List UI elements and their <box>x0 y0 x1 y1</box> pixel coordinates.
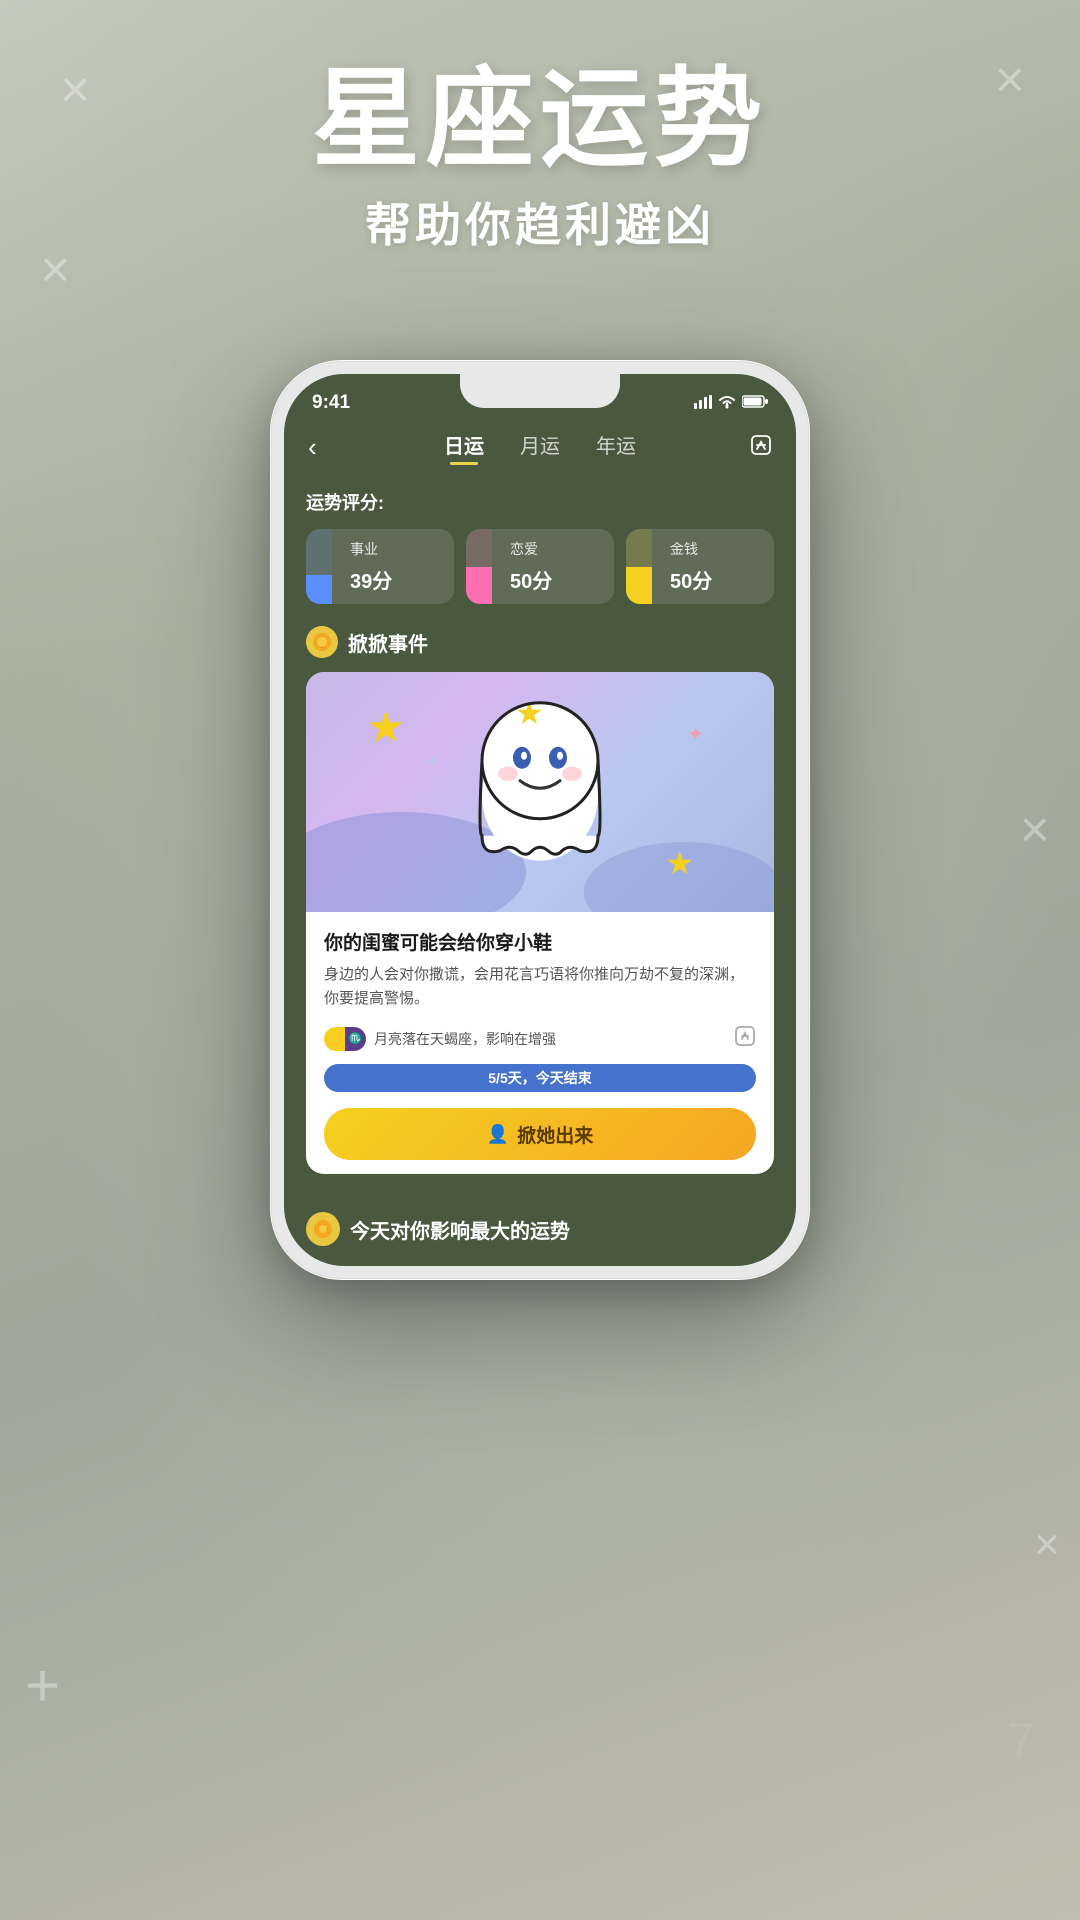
progress-text: 5/5天，今天结束 <box>488 1068 591 1088</box>
star-tiny: ✦ <box>426 752 439 772</box>
action-icon: 👤 <box>487 1124 509 1145</box>
ghost-character: ★ <box>460 696 620 871</box>
battery-icon <box>742 395 768 411</box>
deco-plus1: + <box>25 1651 60 1720</box>
progress-bar: 5/5天，今天结束 <box>324 1064 756 1092</box>
bottom-section-icon <box>306 1212 340 1246</box>
love-value: 50分 <box>510 565 602 594</box>
money-value: 50分 <box>670 565 762 594</box>
money-label: 金钱 <box>670 539 762 559</box>
status-icons <box>694 395 768 412</box>
nav-tabs: 日运 月运 年运 <box>344 430 736 465</box>
content-area: 运势评分: 事业 39分 <box>284 473 796 1212</box>
bottom-header: 今天对你影响最大的运势 <box>306 1212 774 1246</box>
tab-yearly[interactable]: 年运 <box>596 430 636 465</box>
score-card-career: 事业 39分 <box>306 529 454 604</box>
back-button[interactable]: ‹ <box>308 432 344 463</box>
event-card: ★ ★ ✦ ✦ ★ <box>306 672 774 1174</box>
nav-bar: ‹ 日运 月运 年运 <box>284 418 796 473</box>
share-button[interactable] <box>736 434 772 462</box>
event-image: ★ ★ ✦ ✦ ★ <box>306 672 774 912</box>
wifi-icon <box>718 395 736 412</box>
deco-7: 7 <box>1007 1712 1035 1770</box>
tantan-section-header: 掀掀事件 <box>306 626 774 658</box>
tantan-icon <box>306 626 338 658</box>
event-desc: 身边的人会对你撒谎，会用花言巧语将你推向万劫不复的深渊，你要提高警惕。 <box>324 963 756 1011</box>
action-button[interactable]: 👤 掀她出来 <box>324 1108 756 1160</box>
sub-title: 帮助你趋利避凶 <box>0 189 1080 255</box>
score-label: 运势评分: <box>306 489 774 515</box>
bottom-title: 今天对你影响最大的运势 <box>350 1215 570 1244</box>
moon-left: 🌙 ♏ 月亮落在天蝎座，影响在增强 <box>324 1027 556 1051</box>
main-title: 星座运势 <box>0 60 1080 179</box>
tab-monthly[interactable]: 月运 <box>520 430 560 465</box>
status-time: 9:41 <box>312 392 350 414</box>
event-body: 你的闺蜜可能会给你穿小鞋 身边的人会对你撒谎，会用花言巧语将你推向万劫不复的深渊… <box>306 912 774 1174</box>
bottom-section: 今天对你影响最大的运势 <box>284 1212 796 1266</box>
career-value: 39分 <box>350 565 442 594</box>
phone-outer: 9:41 <box>270 360 810 1280</box>
deco-x4: × <box>1020 800 1050 860</box>
love-label: 恋爱 <box>510 539 602 559</box>
tab-daily[interactable]: 日运 <box>444 430 484 465</box>
svg-text:★: ★ <box>515 696 544 731</box>
moon-row: 🌙 ♏ 月亮落在天蝎座，影响在增强 <box>324 1025 756 1052</box>
career-label: 事业 <box>350 539 442 559</box>
deco-x5: × <box>1034 1520 1060 1570</box>
event-title: 你的闺蜜可能会给你穿小鞋 <box>324 928 756 955</box>
signal-icon <box>694 395 712 412</box>
star-small: ✦ <box>687 722 704 747</box>
moon-text: 月亮落在天蝎座，影响在增强 <box>374 1029 556 1049</box>
action-label: 掀她出来 <box>517 1121 593 1148</box>
score-cards: 事业 39分 恋爱 50分 <box>306 529 774 604</box>
phone-screen: 9:41 <box>284 374 796 1266</box>
score-card-love: 恋爱 50分 <box>466 529 614 604</box>
phone-mockup: 9:41 <box>270 360 810 1280</box>
tantan-title: 掀掀事件 <box>348 628 428 657</box>
star-right: ★ <box>665 844 694 882</box>
score-card-money: 金钱 50分 <box>626 529 774 604</box>
star-left: ★ <box>366 702 405 753</box>
phone-notch <box>460 374 620 408</box>
title-area: 星座运势 帮助你趋利避凶 <box>0 60 1080 255</box>
card-share-icon[interactable] <box>734 1025 756 1052</box>
moon-badge: 🌙 ♏ <box>324 1027 366 1051</box>
